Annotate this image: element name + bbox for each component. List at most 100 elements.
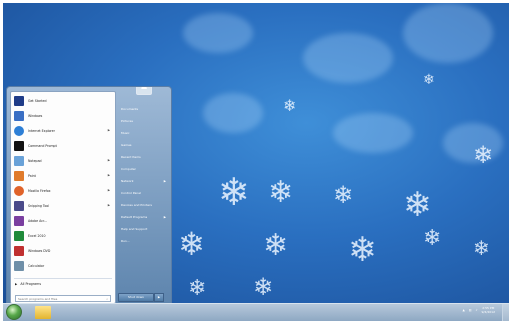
places-item[interactable]: Games (121, 141, 167, 149)
program-label: Windows (28, 114, 43, 118)
program-item[interactable]: Snipping Tool ▶ (14, 200, 114, 212)
adobe-icon (14, 216, 24, 226)
get-started-icon (14, 96, 24, 106)
chevron-right-icon: ▶ (163, 215, 166, 219)
places-item[interactable]: Default Programs ▶ (121, 213, 167, 221)
program-label: Windows DVD (28, 249, 51, 253)
network-icon[interactable]: ▥ (469, 308, 472, 312)
windows-media-icon (14, 111, 24, 121)
program-label: Mozilla Firefox (28, 189, 51, 193)
program-item[interactable]: Windows (14, 110, 114, 122)
places-label: Music (121, 131, 130, 135)
user-avatar[interactable]: ♟ (136, 86, 152, 95)
places-item[interactable]: Recent Items (121, 153, 167, 161)
calculator-icon (14, 261, 24, 271)
places-label: Documents (121, 107, 139, 111)
places-item[interactable]: Music (121, 129, 167, 137)
places-item[interactable]: Help and Support (121, 225, 167, 233)
search-input[interactable]: Search programs and files ⌕ (15, 295, 111, 302)
places-label: Games (121, 143, 132, 147)
taskbar: ▲ ▥ ♪ 2:55 PM 9/4/2012 (3, 303, 509, 321)
notepad-icon (14, 156, 24, 166)
triangle-right-icon: ▶ (15, 282, 18, 286)
wallpaper-bokeh (183, 13, 253, 53)
program-item[interactable]: Internet Explorer ▶ (14, 125, 114, 137)
wallpaper-bokeh (333, 113, 413, 153)
volume-icon[interactable]: ♪ (476, 308, 478, 312)
places-label: Control Panel (121, 191, 141, 195)
shutdown-button[interactable]: Shut down (118, 293, 154, 302)
places-label: Default Programs (121, 215, 148, 219)
shutdown-options-button[interactable]: ▶ (154, 293, 164, 302)
wallpaper-bokeh (403, 3, 493, 63)
places-item[interactable]: Pictures (121, 117, 167, 125)
program-item[interactable]: Excel 2010 (14, 230, 114, 242)
program-item[interactable]: Adobe Acr... (14, 215, 114, 227)
places-label: Network (121, 179, 134, 183)
program-label: Adobe Acr... (28, 219, 48, 223)
places-item[interactable]: Control Panel (121, 189, 167, 197)
firefox-icon (14, 186, 24, 196)
clock[interactable]: 2:55 PM 9/4/2012 (482, 306, 495, 314)
program-label: Paint (28, 174, 36, 178)
chevron-right-icon: ▶ (107, 128, 110, 132)
program-item[interactable]: Windows DVD (14, 245, 114, 257)
show-desktop-button[interactable] (502, 304, 509, 321)
internet-explorer-icon (14, 126, 24, 136)
program-label: Notepad (28, 159, 42, 163)
snowflake-icon: ❄ (348, 230, 377, 270)
snowflake-icon: ❄ (188, 276, 207, 301)
snowflake-icon: ❄ (283, 96, 297, 115)
places-item[interactable]: Devices and Printers (121, 201, 167, 209)
places-label: Recent Items (121, 155, 141, 159)
windows-explorer-taskbar-button[interactable] (35, 306, 51, 319)
command-prompt-icon (14, 141, 24, 151)
program-item[interactable]: Get Started (14, 95, 114, 107)
clock-date: 9/4/2012 (481, 310, 495, 314)
snowflake-icon: ❄ (178, 225, 205, 263)
system-tray: ▲ ▥ ♪ 2:55 PM 9/4/2012 (462, 306, 505, 314)
program-item[interactable]: Command Prompt (14, 140, 114, 152)
snowflake-icon: ❄ (473, 141, 494, 169)
program-item[interactable]: Mozilla Firefox ▶ (14, 185, 114, 197)
program-label: Command Prompt (28, 144, 57, 148)
chevron-right-icon: ▶ (107, 173, 110, 177)
snowflake-icon: ❄ (268, 175, 294, 210)
user-icon: ♟ (139, 86, 149, 92)
snowflake-icon: ❄ (333, 181, 354, 209)
chevron-right-icon: ▶ (157, 295, 161, 299)
chevron-right-icon: ▶ (107, 188, 110, 192)
program-label: Calculator (28, 264, 45, 268)
snowflake-icon: ❄ (423, 72, 435, 88)
wallpaper-bokeh (203, 93, 263, 133)
snipping-tool-icon (14, 201, 24, 211)
shutdown-label: Shut down (128, 295, 144, 299)
snowflake-icon: ❄ (263, 228, 289, 263)
chevron-right-icon: ▶ (163, 179, 166, 183)
program-label: Snipping Tool (28, 204, 50, 208)
divider (14, 278, 112, 279)
program-label: Get Started (28, 99, 47, 103)
program-item[interactable]: Paint ▶ (14, 170, 114, 182)
excel-icon (14, 231, 24, 241)
snowflake-icon: ❄ (218, 170, 250, 214)
places-label: Help and Support (121, 227, 148, 231)
program-item[interactable]: Calculator (14, 260, 114, 272)
snowflake-icon: ❄ (423, 226, 442, 251)
search-placeholder: Search programs and files (18, 297, 58, 301)
snowflake-icon: ❄ (473, 236, 490, 260)
places-item[interactable]: Documents (121, 105, 167, 113)
chevron-right-icon: ▶ (107, 158, 110, 162)
places-item[interactable]: Run... (121, 237, 167, 245)
program-item[interactable]: Notepad ▶ (14, 155, 114, 167)
places-label: Run... (121, 239, 130, 243)
show-hidden-icons-icon[interactable]: ▲ (462, 308, 464, 312)
start-menu-places-pane: ♟ Documents Pictures Music Games Recent … (118, 87, 168, 302)
start-menu: Get Started Windows Internet Explorer ▶ C… (6, 86, 172, 307)
start-button[interactable] (6, 304, 22, 320)
places-label: Computer (121, 167, 136, 171)
dvd-maker-icon (14, 246, 24, 256)
all-programs-button[interactable]: ▶ All Programs (15, 282, 41, 286)
places-item[interactable]: Network ▶ (121, 177, 167, 185)
places-item[interactable]: Computer (121, 165, 167, 173)
